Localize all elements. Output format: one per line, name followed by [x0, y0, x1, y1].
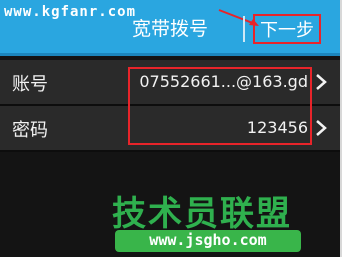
next-step-button[interactable]: 下一步: [253, 14, 321, 44]
page-title: 宽带拨号: [131, 18, 208, 40]
account-label: 账号: [12, 74, 48, 95]
account-row[interactable]: 账号 07552661...@163.gd: [0, 60, 340, 104]
row-divider: [0, 150, 340, 152]
password-value: 123456: [246, 118, 308, 137]
password-row[interactable]: 密码 123456: [0, 106, 340, 150]
brand-logo: 技术员联盟: [112, 194, 292, 234]
brand-url-badge: www.jsgho.com: [115, 230, 301, 252]
chevron-right-icon: [316, 74, 327, 90]
header-divider: [243, 16, 245, 42]
broadband-dial-screen: www.kgfanr.com 宽带拨号 下一步 账号 07552661...@1…: [0, 0, 342, 257]
password-label: 密码: [12, 120, 48, 141]
chevron-right-icon: [316, 120, 327, 136]
account-value: 07552661...@163.gd: [139, 72, 308, 91]
brand-url: www.jsgho.com: [149, 231, 267, 249]
header-bar: www.kgfanr.com 宽带拨号 下一步: [0, 0, 340, 56]
